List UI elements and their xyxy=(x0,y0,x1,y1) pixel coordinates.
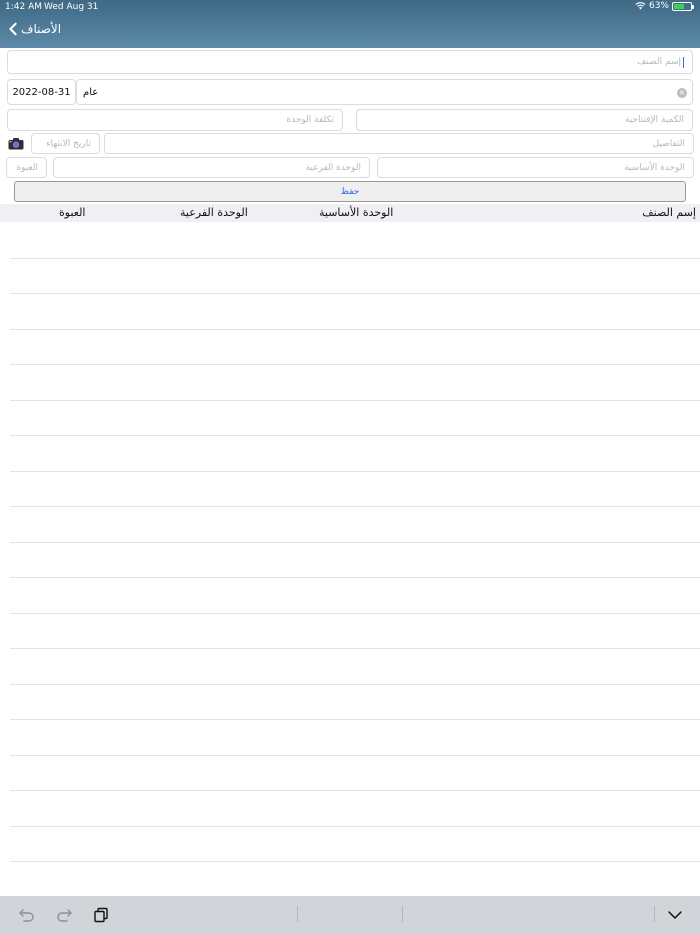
table-row-separator xyxy=(10,613,700,614)
package-placeholder: العبوة xyxy=(16,162,38,173)
status-indicators: 63% xyxy=(635,1,694,11)
back-label: الأصناف xyxy=(21,22,62,36)
table-row-separator xyxy=(10,506,700,507)
date-value: 2022-08-31 xyxy=(12,86,71,98)
table-row-separator xyxy=(10,542,700,543)
item-type-value: عام xyxy=(83,87,99,98)
table-row-separator xyxy=(10,400,700,401)
table-row-separator xyxy=(10,684,700,685)
clear-icon[interactable]: × xyxy=(677,88,687,98)
base-unit-field[interactable]: الوحدة الأساسية xyxy=(377,157,694,178)
header-package: العبوة xyxy=(59,206,86,219)
item-type-field[interactable]: عام × xyxy=(76,79,693,105)
table-row-separator xyxy=(10,435,700,436)
camera-icon[interactable] xyxy=(8,137,24,150)
battery-percent: 63% xyxy=(648,1,669,11)
chevron-down-icon[interactable] xyxy=(666,906,684,924)
save-button[interactable]: حفظ xyxy=(14,181,686,202)
table-row-separator xyxy=(10,471,700,472)
wifi-icon xyxy=(635,2,646,10)
redo-icon[interactable] xyxy=(55,906,73,924)
details-field[interactable]: التفاصيل xyxy=(104,133,694,154)
text-cursor xyxy=(683,56,684,68)
toolbar-divider xyxy=(654,906,655,922)
unit-cost-placeholder: تكلفة الوحدة xyxy=(286,115,334,125)
expiry-date-field[interactable]: تاريخ الانتهاء xyxy=(31,133,100,154)
header-sub-unit: الوحدة الفرعية xyxy=(180,206,248,219)
table-row-separator xyxy=(10,258,700,259)
sub-unit-field[interactable]: الوحدة الفرعية xyxy=(53,157,370,178)
toolbar-divider xyxy=(297,906,298,922)
unit-cost-field[interactable]: تكلفة الوحدة xyxy=(7,109,343,131)
table-row-separator xyxy=(10,826,700,827)
clipboard-icon[interactable] xyxy=(92,906,110,924)
back-button[interactable]: الأصناف xyxy=(8,22,61,36)
table-row-separator xyxy=(10,364,700,365)
table-row-separator xyxy=(10,790,700,791)
battery-level xyxy=(674,3,685,9)
opening-quantity-field[interactable]: الكمية الإفتتاحية xyxy=(356,109,693,131)
navigation-bar: 1:42 AM Wed Aug 31 63% الأصناف xyxy=(0,0,700,48)
package-field[interactable]: العبوة xyxy=(6,157,47,178)
base-unit-placeholder: الوحدة الأساسية xyxy=(624,162,685,173)
chevron-left-icon xyxy=(9,22,17,36)
header-item-name: إسم الصنف xyxy=(642,206,696,219)
sub-unit-placeholder: الوحدة الفرعية xyxy=(305,162,361,173)
table-row-separator xyxy=(10,577,700,578)
battery-icon xyxy=(672,1,694,11)
undo-icon[interactable] xyxy=(18,906,36,924)
table-header: إسم الصنف الوحدة الأساسية الوحدة الفرعية… xyxy=(0,204,700,222)
table-row-separator xyxy=(10,861,700,862)
header-base-unit: الوحدة الأساسية xyxy=(319,206,394,219)
keyboard-toolbar xyxy=(0,896,700,934)
toolbar-divider xyxy=(402,906,403,922)
opening-quantity-placeholder: الكمية الإفتتاحية xyxy=(624,115,684,125)
date-field[interactable]: 2022-08-31 xyxy=(7,79,76,105)
expiry-date-placeholder: تاريخ الانتهاء xyxy=(46,138,91,149)
table-row-separator xyxy=(10,755,700,756)
item-name-field[interactable]: إسم الصنف xyxy=(7,50,693,74)
table-row-separator xyxy=(10,293,700,294)
save-label: حفظ xyxy=(340,186,360,197)
table-row-separator xyxy=(10,329,700,330)
table-row-separator xyxy=(10,648,700,649)
details-placeholder: التفاصيل xyxy=(652,138,685,149)
table-row-separator xyxy=(10,719,700,720)
item-name-placeholder: إسم الصنف xyxy=(637,57,681,67)
status-date: Wed Aug 31 xyxy=(44,2,99,12)
status-time: 1:42 AM xyxy=(5,2,42,12)
